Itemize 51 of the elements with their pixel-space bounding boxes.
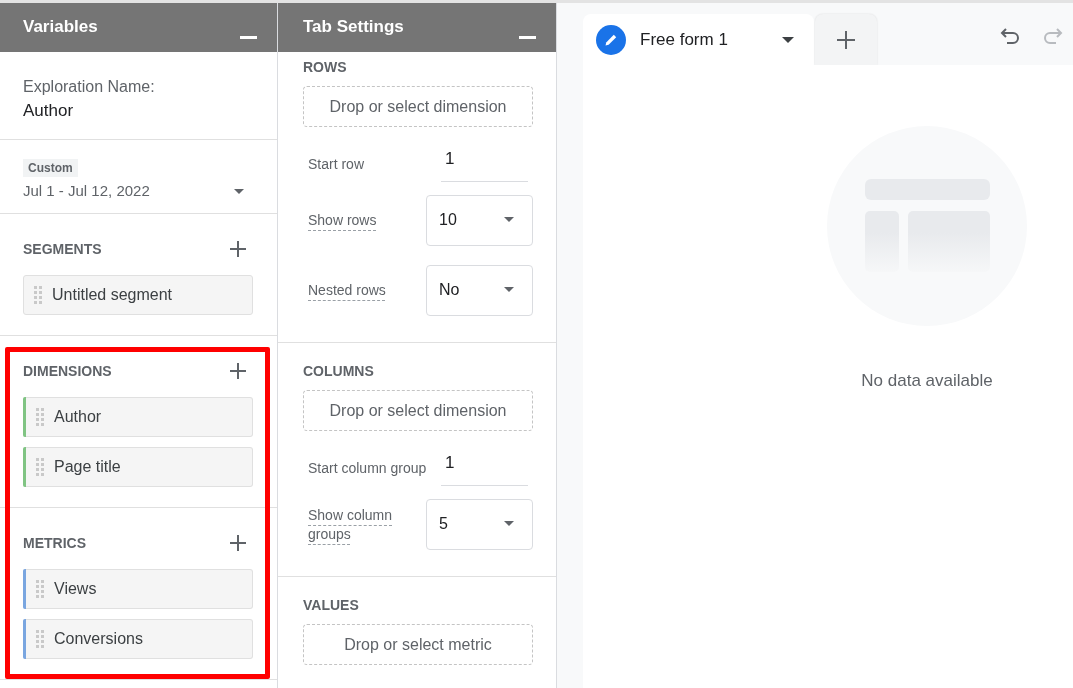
variable-chip[interactable]: Untitled segment — [23, 275, 253, 315]
input-field[interactable]: 1 — [441, 449, 528, 486]
field-label: Start row — [308, 154, 364, 173]
field-label: Nested rows — [308, 281, 386, 300]
add-icon — [837, 30, 855, 49]
variable-chip[interactable]: Views — [23, 569, 253, 609]
minimize-icon[interactable] — [240, 36, 257, 39]
drag-handle-icon[interactable] — [36, 458, 44, 476]
field-label: Show rows — [308, 211, 377, 230]
minimize-icon[interactable] — [519, 36, 536, 39]
exploration-name: Author — [23, 100, 75, 122]
panel-title: Variables — [23, 17, 98, 37]
new-tab-button[interactable] — [815, 14, 877, 65]
select-field[interactable]: 10 — [426, 195, 533, 246]
drop-zone[interactable]: Drop or select metric — [303, 624, 533, 665]
variable-chip[interactable]: Author — [23, 397, 253, 437]
drop-zone[interactable]: Drop or select dimension — [303, 86, 533, 127]
empty-state-message: No data available — [861, 370, 993, 392]
tab[interactable]: Free form 1 — [583, 14, 814, 65]
field-label: Show column groups — [308, 505, 394, 544]
add-icon[interactable] — [230, 363, 246, 379]
add-icon[interactable] — [230, 535, 246, 551]
range-type-badge: Custom — [23, 159, 78, 177]
variable-chip[interactable]: Page title — [23, 447, 253, 487]
section-title: VALUES — [303, 596, 360, 615]
undo-icon[interactable] — [1000, 28, 1020, 45]
drop-zone[interactable]: Drop or select dimension — [303, 390, 533, 431]
section-title: COLUMNS — [303, 362, 375, 381]
section-title: DIMENSIONS — [23, 362, 112, 381]
drag-handle-icon[interactable] — [36, 580, 44, 598]
caret-icon — [504, 521, 514, 526]
section-title: METRICS — [23, 534, 86, 553]
date-range-dropdown[interactable]: Jul 1 - Jul 12, 2022 — [23, 181, 244, 201]
add-icon[interactable] — [230, 241, 246, 257]
caret-icon — [782, 36, 794, 43]
panel-title: Tab Settings — [303, 17, 404, 37]
caret-icon — [504, 217, 514, 222]
caret-icon — [234, 188, 244, 194]
section-title: SEGMENTS — [23, 240, 102, 259]
caret-icon — [504, 287, 514, 292]
drag-handle-icon[interactable] — [36, 630, 44, 648]
drag-handle-icon[interactable] — [36, 408, 44, 426]
variable-chip[interactable]: Conversions — [23, 619, 253, 659]
field-label: Start column group — [308, 458, 427, 477]
select-field[interactable]: 5 — [426, 499, 533, 550]
input-field[interactable]: 1 — [441, 145, 528, 182]
field-label: Exploration Name: — [23, 77, 156, 97]
section-title: ROWS — [303, 58, 348, 77]
pencil-icon — [596, 24, 626, 55]
drag-handle-icon[interactable] — [34, 286, 42, 304]
select-field[interactable]: No — [426, 265, 533, 316]
